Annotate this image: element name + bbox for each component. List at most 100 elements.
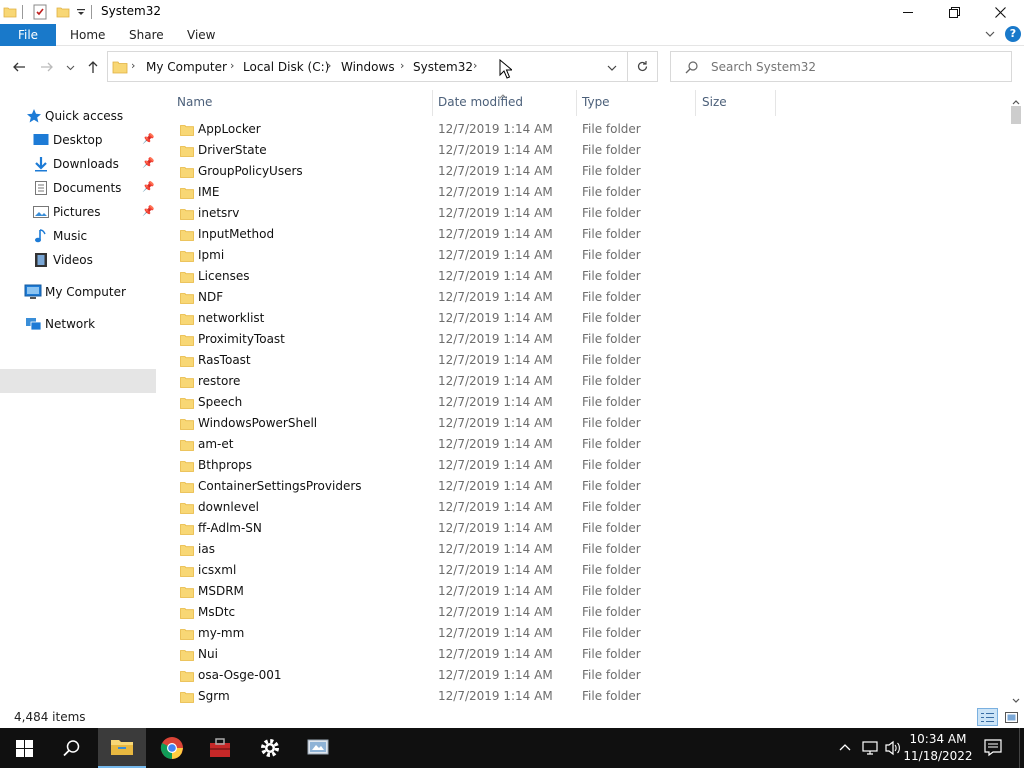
table-row[interactable]: Bthprops 12/7/2019 1:14 AM File folder	[170, 456, 770, 477]
action-center-button[interactable]	[984, 739, 1002, 760]
back-button[interactable]	[8, 54, 30, 80]
close-button[interactable]	[977, 0, 1023, 24]
sidebar-item-downloads[interactable]: Downloads	[33, 153, 119, 175]
column-header-type[interactable]: Type	[582, 94, 610, 114]
table-row[interactable]: inetsrv 12/7/2019 1:14 AM File folder	[170, 204, 770, 225]
customize-qat-icon[interactable]	[76, 4, 86, 20]
pin-icon[interactable]: 📌	[142, 182, 154, 193]
table-row[interactable]: GroupPolicyUsers 12/7/2019 1:14 AM File fo…	[170, 162, 770, 183]
chevron-right-icon[interactable]: ›	[473, 59, 477, 72]
toolbox-taskbar-button[interactable]	[196, 728, 244, 768]
column-divider[interactable]	[576, 90, 577, 116]
sidebar-item-quick-access[interactable]: Quick access	[26, 105, 123, 127]
table-row[interactable]: InputMethod 12/7/2019 1:14 AM File folder	[170, 225, 770, 246]
pin-icon[interactable]: 📌	[142, 158, 154, 169]
file-type: File folder	[582, 458, 641, 472]
sidebar-item-documents[interactable]: Documents	[33, 177, 121, 199]
pin-icon[interactable]: 📌	[142, 206, 154, 217]
sidebar-item-my-computer[interactable]: My Computer	[24, 281, 126, 303]
chevron-right-icon[interactable]: ›	[327, 59, 331, 72]
scrollbar-thumb[interactable]	[1011, 106, 1021, 124]
table-row[interactable]: Sgrm 12/7/2019 1:14 AM File folder	[170, 687, 770, 708]
clock[interactable]: 10:34 AM 11/18/2022	[898, 731, 978, 765]
table-row[interactable]: MSDRM 12/7/2019 1:14 AM File folder	[170, 582, 770, 603]
table-row[interactable]: IME 12/7/2019 1:14 AM File folder	[170, 183, 770, 204]
sidebar-item-music[interactable]: Music	[33, 225, 87, 247]
tab-view[interactable]: View	[187, 24, 215, 46]
maximize-button[interactable]	[931, 0, 977, 24]
tab-share[interactable]: Share	[129, 24, 164, 46]
table-row[interactable]: my-mm 12/7/2019 1:14 AM File folder	[170, 624, 770, 645]
sidebar-item-network[interactable]: Network	[24, 313, 95, 335]
chrome-taskbar-button[interactable]	[148, 728, 196, 768]
scroll-down-icon[interactable]	[1012, 693, 1020, 707]
pin-icon[interactable]: 📌	[142, 134, 154, 145]
table-row[interactable]: osa-Osge-001 12/7/2019 1:14 AM File folder	[170, 666, 770, 687]
new-folder-icon[interactable]	[56, 4, 70, 20]
vertical-scrollbar[interactable]	[1008, 88, 1024, 708]
show-hidden-icons-button[interactable]	[838, 740, 852, 757]
chevron-right-icon[interactable]: ›	[400, 59, 404, 72]
table-row[interactable]: ias 12/7/2019 1:14 AM File folder	[170, 540, 770, 561]
breadcrumb-windows[interactable]: Windows	[341, 60, 395, 74]
table-row[interactable]: Licenses 12/7/2019 1:14 AM File folder	[170, 267, 770, 288]
tab-file[interactable]: File	[0, 24, 56, 46]
search-input[interactable]	[711, 58, 1001, 76]
file-name: ff-Adlm-SN	[198, 521, 262, 535]
expand-ribbon-icon[interactable]	[984, 28, 996, 43]
table-row[interactable]: icsxml 12/7/2019 1:14 AM File folder	[170, 561, 770, 582]
control-panel-taskbar-button[interactable]	[294, 728, 342, 768]
up-button[interactable]	[82, 54, 104, 80]
table-row[interactable]: downlevel 12/7/2019 1:14 AM File folder	[170, 498, 770, 519]
address-bar[interactable]: › My Computer › Local Disk (C:) › Window…	[107, 51, 628, 82]
table-row[interactable]: RasToast 12/7/2019 1:14 AM File folder	[170, 351, 770, 372]
properties-icon[interactable]	[32, 4, 48, 20]
column-header-date-modified[interactable]: Date modified	[438, 94, 523, 114]
address-history-icon[interactable]	[606, 62, 618, 77]
search-taskbar-button[interactable]	[48, 728, 96, 768]
breadcrumb-local-disk[interactable]: Local Disk (C:)	[243, 60, 329, 74]
breadcrumb-my-computer[interactable]: My Computer	[146, 60, 227, 74]
table-row[interactable]: ContainerSettingsProviders 12/7/2019 1:14…	[170, 477, 770, 498]
table-row[interactable]: networklist 12/7/2019 1:14 AM File folder	[170, 309, 770, 330]
table-row[interactable]: am-et 12/7/2019 1:14 AM File folder	[170, 435, 770, 456]
table-row[interactable]: Nui 12/7/2019 1:14 AM File folder	[170, 645, 770, 666]
table-row[interactable]: ff-Adlm-SN 12/7/2019 1:14 AM File folder	[170, 519, 770, 540]
table-row[interactable]: Ipmi 12/7/2019 1:14 AM File folder	[170, 246, 770, 267]
column-header-size[interactable]: Size	[702, 94, 727, 114]
column-divider[interactable]	[432, 90, 433, 116]
table-row[interactable]: WindowsPowerShell 12/7/2019 1:14 AM File f…	[170, 414, 770, 435]
chevron-right-icon[interactable]: ›	[230, 59, 234, 72]
folder-icon	[180, 335, 194, 346]
help-icon[interactable]: ?	[1005, 26, 1021, 42]
table-row[interactable]: NDF 12/7/2019 1:14 AM File folder	[170, 288, 770, 309]
show-desktop-button[interactable]	[1019, 728, 1024, 768]
forward-button[interactable]	[36, 54, 58, 80]
sidebar-item-videos[interactable]: Videos	[33, 249, 93, 271]
chevron-right-icon[interactable]: ›	[131, 59, 135, 72]
file-explorer-taskbar-button[interactable]	[98, 728, 146, 768]
sidebar-item-pictures[interactable]: Pictures	[33, 201, 101, 223]
search-box[interactable]	[670, 51, 1012, 82]
refresh-button[interactable]	[628, 51, 658, 82]
table-row[interactable]: Speech 12/7/2019 1:14 AM File folder	[170, 393, 770, 414]
sidebar-item-desktop[interactable]: Desktop	[33, 129, 103, 151]
table-row[interactable]: AppLocker 12/7/2019 1:14 AM File folder	[170, 120, 770, 141]
table-row[interactable]: DriverState 12/7/2019 1:14 AM File folder	[170, 141, 770, 162]
table-row[interactable]: restore 12/7/2019 1:14 AM File folder	[170, 372, 770, 393]
settings-taskbar-button[interactable]	[246, 728, 294, 768]
table-row[interactable]: MsDtc 12/7/2019 1:14 AM File folder	[170, 603, 770, 624]
tab-home[interactable]: Home	[70, 24, 105, 46]
column-divider[interactable]	[775, 90, 776, 116]
details-view-button[interactable]	[977, 708, 998, 726]
column-divider[interactable]	[695, 90, 696, 116]
recent-locations-icon[interactable]	[60, 54, 80, 80]
network-tray-button[interactable]	[862, 740, 880, 759]
file-date: 12/7/2019 1:14 AM	[438, 668, 553, 682]
breadcrumb-system32[interactable]: System32	[413, 60, 473, 74]
large-icons-view-button[interactable]	[1001, 708, 1021, 726]
start-button[interactable]	[0, 728, 48, 768]
column-header-name[interactable]: Name	[177, 94, 212, 114]
table-row[interactable]: ProximityToast 12/7/2019 1:14 AM File fold…	[170, 330, 770, 351]
minimize-button[interactable]	[885, 0, 931, 24]
